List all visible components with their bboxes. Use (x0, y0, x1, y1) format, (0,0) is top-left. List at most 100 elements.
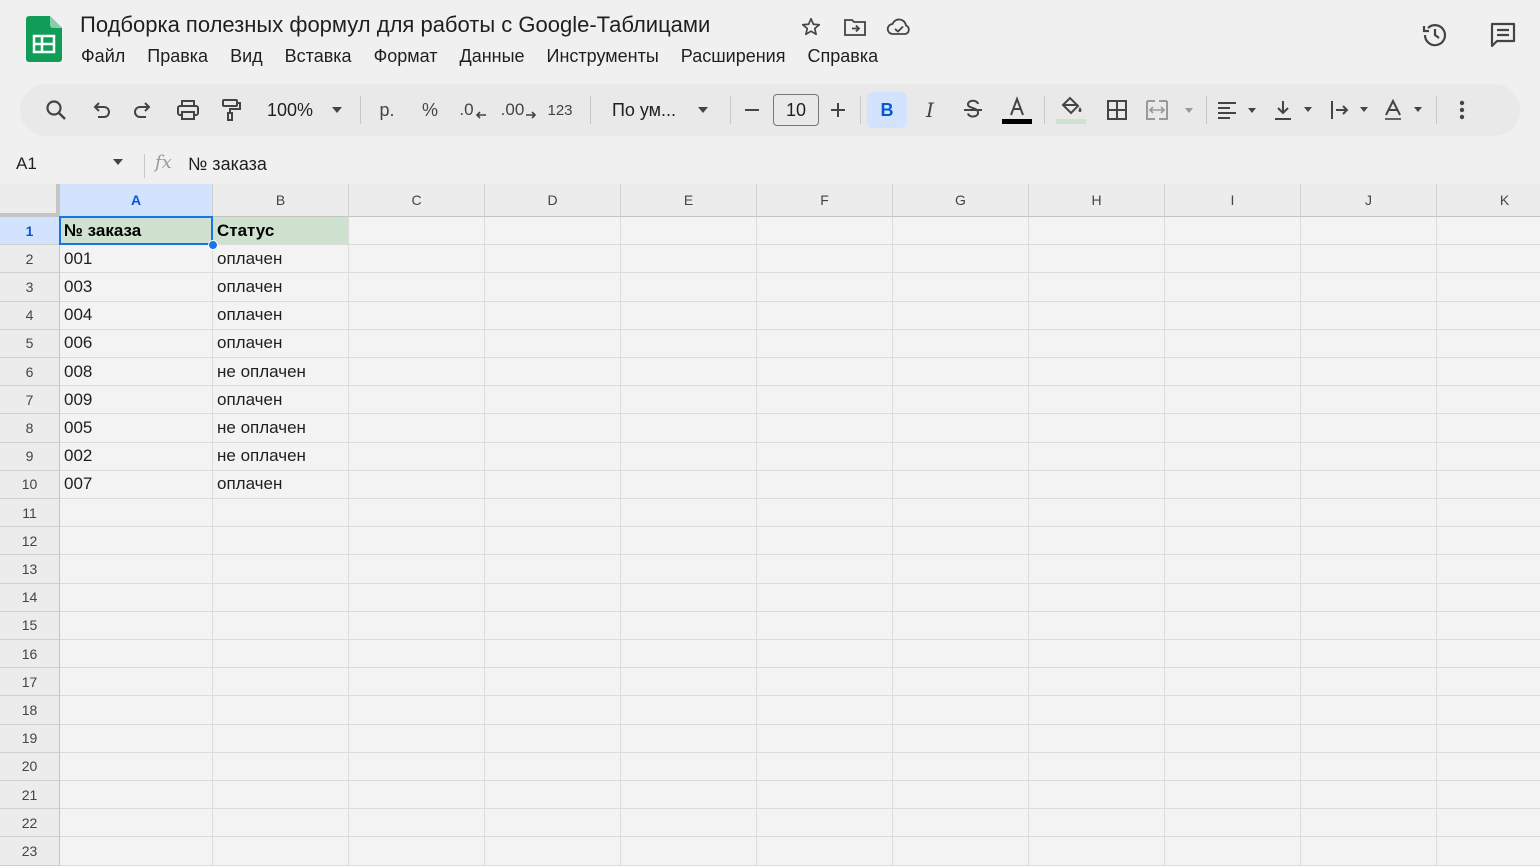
more-options-icon[interactable] (1448, 92, 1476, 128)
cell-c17[interactable] (349, 668, 485, 697)
cell-k22[interactable] (1437, 809, 1540, 838)
cell-c14[interactable] (349, 583, 485, 612)
document-title[interactable]: Подборка полезных формул для работы с Go… (80, 12, 710, 38)
cell-e2[interactable] (621, 245, 757, 274)
cell-j1[interactable] (1301, 217, 1437, 246)
cell-c9[interactable] (349, 442, 485, 471)
cell-h3[interactable] (1029, 273, 1165, 302)
cell-h5[interactable] (1029, 329, 1165, 358)
cell-a8[interactable]: 005 (60, 414, 213, 443)
cell-i9[interactable] (1165, 442, 1301, 471)
cell-f15[interactable] (757, 611, 893, 640)
currency-format-button[interactable]: р. (372, 92, 402, 128)
cell-a1[interactable]: № заказа (60, 217, 213, 246)
cell-i10[interactable] (1165, 470, 1301, 499)
cell-g12[interactable] (893, 527, 1029, 556)
cell-j23[interactable] (1301, 837, 1437, 866)
cell-g18[interactable] (893, 696, 1029, 725)
cell-h23[interactable] (1029, 837, 1165, 866)
number-format-button[interactable]: 123 (542, 92, 578, 128)
cell-f5[interactable] (757, 329, 893, 358)
cell-g6[interactable] (893, 358, 1029, 387)
cell-b12[interactable] (213, 527, 349, 556)
row-header-3[interactable]: 3 (0, 273, 60, 302)
cell-k8[interactable] (1437, 414, 1540, 443)
percent-format-button[interactable]: % (416, 92, 444, 128)
increase-decimal-button[interactable]: .00 (500, 92, 538, 128)
cell-d6[interactable] (485, 358, 621, 387)
cell-b16[interactable] (213, 640, 349, 669)
cell-c22[interactable] (349, 809, 485, 838)
menu-extensions[interactable]: Расширения (670, 44, 797, 69)
row-header-2[interactable]: 2 (0, 245, 60, 274)
cell-d5[interactable] (485, 329, 621, 358)
cell-a23[interactable] (60, 837, 213, 866)
cell-c12[interactable] (349, 527, 485, 556)
cell-b1[interactable]: Статус (213, 217, 349, 246)
cell-h2[interactable] (1029, 245, 1165, 274)
menu-file[interactable]: Файл (70, 44, 136, 69)
cell-d19[interactable] (485, 724, 621, 753)
cell-j6[interactable] (1301, 358, 1437, 387)
cell-g5[interactable] (893, 329, 1029, 358)
cell-b9[interactable]: не оплачен (213, 442, 349, 471)
cell-g2[interactable] (893, 245, 1029, 274)
cell-b18[interactable] (213, 696, 349, 725)
cell-e15[interactable] (621, 611, 757, 640)
cell-g4[interactable] (893, 301, 1029, 330)
cell-c23[interactable] (349, 837, 485, 866)
cell-h21[interactable] (1029, 781, 1165, 810)
cell-d2[interactable] (485, 245, 621, 274)
font-caret-icon[interactable] (694, 92, 712, 128)
cell-g17[interactable] (893, 668, 1029, 697)
cell-f19[interactable] (757, 724, 893, 753)
cell-b10[interactable]: оплачен (213, 470, 349, 499)
cell-e4[interactable] (621, 301, 757, 330)
cell-g20[interactable] (893, 752, 1029, 781)
menu-format[interactable]: Формат (363, 44, 449, 69)
row-header-12[interactable]: 12 (0, 527, 60, 556)
cell-b20[interactable] (213, 752, 349, 781)
cell-i4[interactable] (1165, 301, 1301, 330)
cell-a3[interactable]: 003 (60, 273, 213, 302)
cell-g19[interactable] (893, 724, 1029, 753)
cell-d21[interactable] (485, 781, 621, 810)
row-header-8[interactable]: 8 (0, 414, 60, 443)
cell-d16[interactable] (485, 640, 621, 669)
cell-e12[interactable] (621, 527, 757, 556)
row-header-16[interactable]: 16 (0, 640, 60, 669)
star-icon[interactable] (798, 14, 824, 40)
formula-input[interactable]: № заказа (188, 154, 267, 175)
cell-i15[interactable] (1165, 611, 1301, 640)
cell-d20[interactable] (485, 752, 621, 781)
cell-j18[interactable] (1301, 696, 1437, 725)
cell-h6[interactable] (1029, 358, 1165, 387)
decrease-decimal-button[interactable]: .0 (456, 92, 490, 128)
cell-b8[interactable]: не оплачен (213, 414, 349, 443)
cell-k18[interactable] (1437, 696, 1540, 725)
cell-e17[interactable] (621, 668, 757, 697)
cell-j12[interactable] (1301, 527, 1437, 556)
cell-i12[interactable] (1165, 527, 1301, 556)
cell-k16[interactable] (1437, 640, 1540, 669)
cell-d4[interactable] (485, 301, 621, 330)
cell-c8[interactable] (349, 414, 485, 443)
cell-j17[interactable] (1301, 668, 1437, 697)
cell-g9[interactable] (893, 442, 1029, 471)
cell-h12[interactable] (1029, 527, 1165, 556)
column-header-e[interactable]: E (621, 184, 757, 217)
cell-a16[interactable] (60, 640, 213, 669)
cell-h19[interactable] (1029, 724, 1165, 753)
cell-h9[interactable] (1029, 442, 1165, 471)
zoom-caret-icon[interactable] (328, 92, 346, 128)
cell-a12[interactable] (60, 527, 213, 556)
cell-a4[interactable]: 004 (60, 301, 213, 330)
cell-f17[interactable] (757, 668, 893, 697)
cell-k19[interactable] (1437, 725, 1540, 753)
zoom-select[interactable]: 100% (260, 92, 320, 128)
cell-d3[interactable] (485, 273, 621, 302)
cell-f10[interactable] (757, 470, 893, 499)
column-header-c[interactable]: C (349, 184, 485, 217)
bold-button[interactable]: B (867, 92, 907, 128)
cell-c10[interactable] (349, 470, 485, 499)
